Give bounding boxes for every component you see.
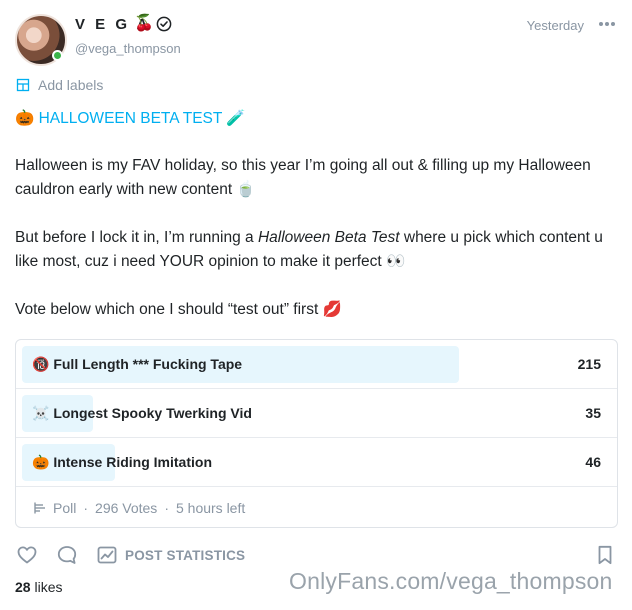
online-status-dot (52, 50, 63, 61)
poll-total-votes: 296 Votes (95, 499, 158, 516)
post-paragraph-2: But before I lock it in, I’m running a H… (15, 226, 620, 274)
poll-option[interactable]: 🔞 Full Length *** Fucking Tape 215 (16, 340, 617, 389)
poll-footer: Poll · 296 Votes · 5 hours left (16, 487, 617, 527)
poll-icon (34, 502, 45, 513)
add-labels-button[interactable]: Add labels (16, 76, 103, 94)
poll-option[interactable]: 🎃 Intense Riding Imitation 46 (16, 438, 617, 487)
post-header: V E G A 🍒 @vega_thompson Yesterday (0, 0, 632, 70)
post-title: 🎃 HALLOWEEN BETA TEST 🧪 (15, 110, 246, 127)
poll-option-label: 🔞 Full Length *** Fucking Tape (32, 356, 243, 372)
poll-option-votes: 215 (577, 356, 601, 372)
likes-count[interactable]: 28 likes (15, 579, 62, 595)
poll-option-label: ☠️ Longest Spooky Twerking Vid (32, 405, 252, 421)
post-paragraph-2-start: But before I lock it in, I’m running a (15, 229, 258, 246)
post-paragraph-2-emphasis: Halloween Beta Test (257, 229, 400, 246)
poll-type-label: Poll (53, 499, 77, 516)
poll-option[interactable]: ☠️ Longest Spooky Twerking Vid 35 (16, 389, 617, 438)
likes-label: likes (34, 579, 63, 595)
post-paragraph-1: Halloween is my FAV holiday, so this yea… (15, 157, 591, 198)
separator-dot: · (83, 499, 89, 516)
verified-check-icon (156, 16, 172, 32)
post-statistics-button[interactable]: POST STATISTICS (125, 548, 245, 563)
label-icon (16, 78, 30, 92)
likes-number: 28 (15, 579, 31, 595)
post-actions: POST STATISTICS (0, 540, 632, 570)
post-paragraph-3: Vote below which one I should “test out”… (15, 301, 342, 318)
more-options-icon[interactable] (598, 18, 616, 30)
poll: 🔞 Full Length *** Fucking Tape 215 ☠️ Lo… (15, 339, 618, 528)
poll-option-votes: 46 (585, 454, 601, 470)
poll-time-left: 5 hours left (175, 499, 246, 516)
post-timestamp: Yesterday (526, 18, 584, 33)
author-name-emoji: 🍒 (134, 15, 154, 32)
poll-option-label: 🎃 Intense Riding Imitation (32, 454, 212, 470)
bookmark-icon[interactable] (594, 544, 616, 566)
separator-dot: · (164, 499, 169, 516)
watermark: OnlyFans.com/vega_thompson (289, 568, 613, 594)
author-username[interactable]: @vega_thompson (75, 41, 181, 56)
statistics-icon[interactable] (96, 544, 118, 566)
heart-icon[interactable] (16, 544, 38, 566)
comment-icon[interactable] (56, 544, 78, 566)
poll-option-votes: 35 (585, 405, 601, 421)
add-labels-label: Add labels (38, 77, 104, 93)
